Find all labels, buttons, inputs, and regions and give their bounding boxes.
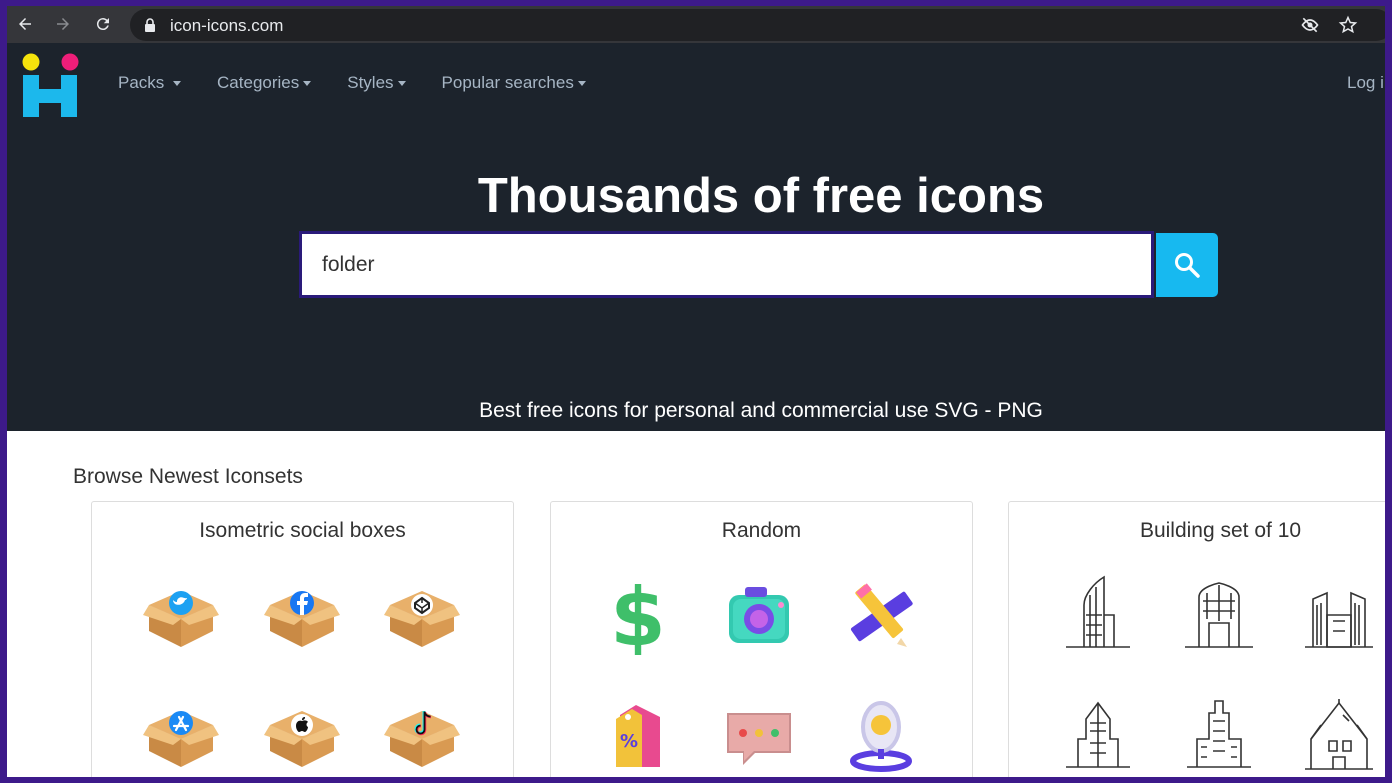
- pencil-ruler-icon[interactable]: [841, 575, 921, 655]
- search-icon: [1175, 253, 1200, 278]
- tall-tower-icon[interactable]: [1179, 695, 1259, 775]
- apple-box-icon[interactable]: [262, 695, 342, 775]
- reload-button[interactable]: [90, 11, 116, 37]
- back-button[interactable]: [12, 11, 38, 37]
- chat-bubble-icon[interactable]: [719, 695, 799, 775]
- nav-styles-label: Styles: [347, 73, 394, 92]
- svg-text:$: $: [610, 575, 666, 655]
- codepen-box-icon[interactable]: [382, 575, 462, 655]
- twitter-box-icon[interactable]: [141, 575, 221, 655]
- dollar-icon[interactable]: $: [598, 575, 678, 655]
- caret-down-icon: [577, 81, 586, 87]
- nav-packs-label: Packs: [118, 73, 165, 92]
- caret-down-icon: [303, 81, 312, 87]
- svg-text:%: %: [620, 731, 638, 752]
- card-title: Building set of 10: [1139, 519, 1302, 542]
- nav-popular-searches-label: Popular searches: [441, 73, 574, 92]
- arrow-left-icon: [19, 18, 31, 30]
- arrow-right-icon: [57, 18, 69, 30]
- iconset-card[interactable]: Building set of 10: [1008, 501, 1385, 777]
- url-text[interactable]: icon-icons.com: [170, 16, 283, 36]
- haunted-house-icon[interactable]: [1299, 695, 1379, 775]
- tiktok-box-icon[interactable]: [382, 695, 462, 775]
- section-title: Browse Newest Iconsets: [73, 465, 303, 488]
- mirror-icon[interactable]: [841, 695, 921, 775]
- hero-title: Thousands of free icons: [477, 169, 1045, 223]
- star-icon[interactable]: [1338, 15, 1358, 35]
- arch-building-icon[interactable]: [1179, 575, 1259, 655]
- reload-icon: [96, 18, 109, 31]
- iconset-card[interactable]: Random $ %: [550, 501, 973, 777]
- site-logo[interactable]: [19, 51, 81, 119]
- main-nav: Packs Categories Styles Popular searches: [118, 73, 622, 93]
- search-input[interactable]: [299, 231, 1154, 298]
- caret-down-icon: [173, 81, 182, 87]
- caret-down-icon: [397, 81, 406, 87]
- search-button[interactable]: [1156, 233, 1218, 297]
- skyscraper-icon[interactable]: [1058, 575, 1138, 655]
- login-link[interactable]: Log i: [1347, 73, 1384, 93]
- hero-tagline: Best free icons for personal and commerc…: [479, 399, 1043, 422]
- twin-tower-icon[interactable]: [1299, 575, 1379, 655]
- camera-icon[interactable]: [719, 575, 799, 655]
- nav-categories-label: Categories: [217, 73, 300, 92]
- facebook-box-icon[interactable]: [262, 575, 342, 655]
- browser-window: icon-icons.com Packs Categories Styles P…: [7, 6, 1385, 777]
- forward-button[interactable]: [50, 11, 76, 37]
- address-bar[interactable]: icon-icons.com: [130, 9, 1385, 41]
- nav-styles[interactable]: Styles: [347, 73, 406, 93]
- nav-popular-searches[interactable]: Popular searches: [442, 73, 586, 93]
- app-store-box-icon[interactable]: [141, 695, 221, 775]
- eye-off-icon[interactable]: [1300, 15, 1320, 35]
- browser-toolbar: icon-icons.com: [7, 6, 1385, 43]
- card-title: Random: [721, 519, 802, 542]
- site-header: Packs Categories Styles Popular searches…: [7, 43, 1385, 431]
- lock-icon: [145, 18, 155, 32]
- price-tag-icon[interactable]: %: [598, 695, 678, 775]
- tower-icon[interactable]: [1058, 695, 1138, 775]
- nav-packs[interactable]: Packs: [118, 73, 182, 93]
- nav-categories[interactable]: Categories: [217, 73, 312, 93]
- iconset-card[interactable]: Isometric social boxes: [91, 501, 514, 777]
- card-title: Isometric social boxes: [199, 519, 406, 542]
